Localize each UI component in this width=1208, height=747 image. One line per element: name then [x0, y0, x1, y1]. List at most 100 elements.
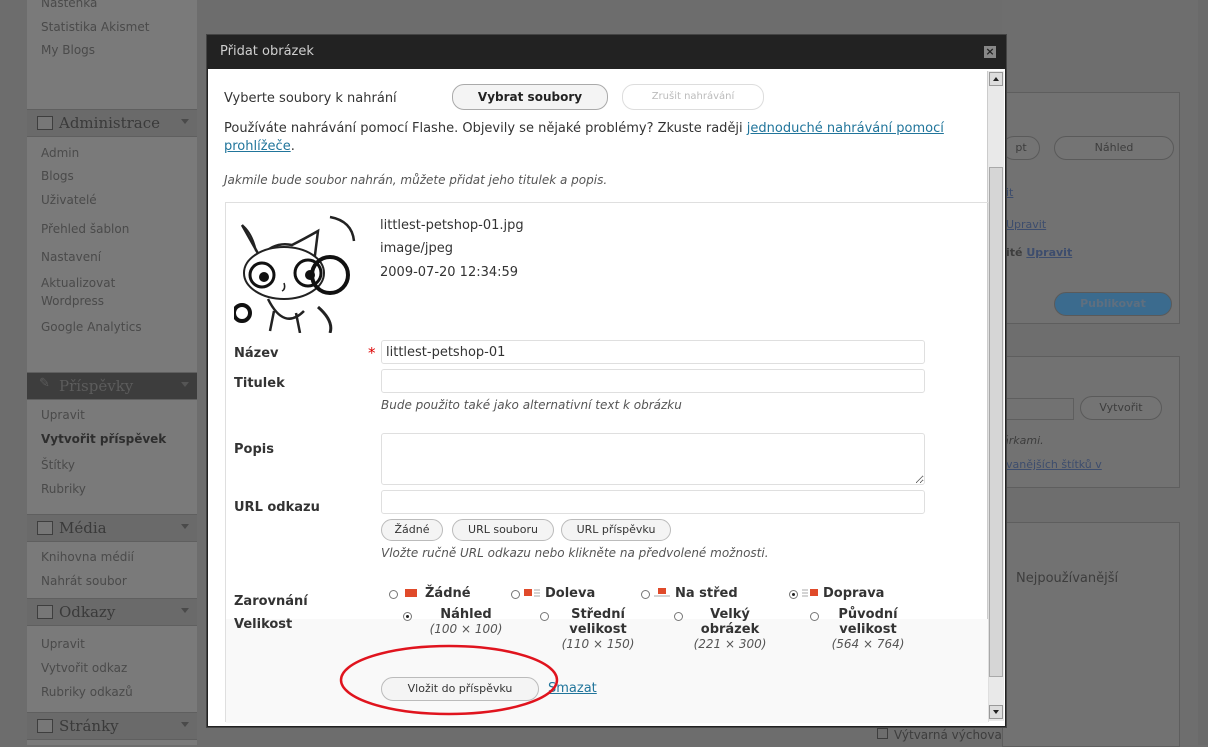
- sidebar-item-my-blogs[interactable]: My Blogs: [41, 43, 95, 57]
- align-center-label[interactable]: Na střed: [675, 586, 738, 601]
- sidebar-item-themes[interactable]: Přehled šablon: [41, 222, 129, 236]
- sidebar-section-media[interactable]: Média: [27, 514, 197, 542]
- sidebar-item-new-post[interactable]: Vytvořit příspěvek: [41, 432, 166, 446]
- sidebar-section-administrace[interactable]: Administrace: [27, 109, 197, 137]
- edit-status-link[interactable]: it: [1006, 186, 1013, 199]
- sidebar-item-upload[interactable]: Nahrát soubor: [41, 574, 127, 588]
- url-file-button[interactable]: URL souboru: [452, 519, 554, 541]
- category-checkbox-label[interactable]: Výtvarná výchova: [877, 728, 1002, 742]
- size-option-dims: (564 × 764): [831, 637, 905, 651]
- chevron-down-icon[interactable]: [181, 524, 189, 529]
- categories-box: [1002, 522, 1180, 747]
- alignment-label: Zarovnání: [234, 594, 308, 609]
- title-input[interactable]: [381, 340, 925, 364]
- most-used-tags-link[interactable]: vanějších štítků v: [1006, 458, 1102, 471]
- close-icon[interactable]: ×: [984, 46, 996, 58]
- url-none-button[interactable]: Žádné: [381, 519, 443, 541]
- size-thumbnail-option[interactable]: Náhled (100 × 100): [406, 607, 526, 636]
- select-files-label: Vyberte soubory k nahrání: [224, 91, 397, 106]
- sidebar-section-label: Odkazy: [59, 603, 116, 621]
- size-option-name-2: obrázek: [700, 622, 760, 637]
- select-files-button[interactable]: Vybrat soubory: [452, 84, 608, 110]
- chevron-down-icon[interactable]: [181, 722, 189, 727]
- align-none-label[interactable]: Žádné: [425, 586, 471, 601]
- preview-button[interactable]: Náhled: [1054, 136, 1174, 160]
- sidebar-item-blogs[interactable]: Blogs: [41, 169, 74, 183]
- chevron-down-icon[interactable]: [181, 382, 189, 387]
- sidebar-section-pages[interactable]: Stránky: [27, 712, 197, 740]
- description-textarea[interactable]: [381, 433, 925, 485]
- sidebar-item-new-link[interactable]: Vytvořit odkaz: [41, 661, 127, 675]
- checkbox-icon[interactable]: [877, 728, 888, 739]
- sidebar-item-media-library[interactable]: Knihovna médií: [41, 550, 134, 564]
- url-post-button[interactable]: URL příspěvku: [561, 519, 671, 541]
- page-scrollbar[interactable]: [1198, 0, 1208, 745]
- most-used-tab[interactable]: Nejpoužívanější: [1016, 571, 1118, 586]
- flash-notice-end: .: [290, 139, 295, 154]
- cancel-upload-button[interactable]: Zrušit nahrávání: [622, 84, 764, 110]
- caption-label: Titulek: [234, 376, 285, 391]
- edit-visibility-link[interactable]: Upravit: [1006, 218, 1046, 231]
- link-url-input[interactable]: [381, 490, 925, 514]
- align-left-radio[interactable]: [511, 590, 520, 599]
- publish-button[interactable]: Publikovat: [1054, 292, 1172, 316]
- link-url-label: URL odkazu: [234, 500, 320, 515]
- pin-icon: ✎: [39, 376, 50, 391]
- sidebar-item-admin[interactable]: Admin: [41, 146, 79, 160]
- file-type: image/jpeg: [380, 241, 453, 256]
- sidebar-section-links[interactable]: Odkazy: [27, 598, 197, 626]
- sidebar-section-posts[interactable]: ✎ Příspěvky: [27, 372, 197, 400]
- sidebar-section-label: Média: [59, 519, 107, 537]
- link-icon: [37, 605, 53, 619]
- arrow-up-icon: [993, 77, 999, 81]
- sidebar-item-dashboard[interactable]: Nástěnka: [41, 0, 97, 10]
- size-option-dims: (221 × 300): [693, 637, 767, 651]
- sidebar-item-tags[interactable]: Štítky: [41, 458, 75, 472]
- publish-box: [1002, 92, 1180, 324]
- excerpt-button[interactable]: pt: [1002, 136, 1040, 160]
- image-thumbnail: [234, 211, 356, 333]
- sidebar-item-link-categories[interactable]: Rubriky odkazů: [41, 685, 133, 699]
- size-option-name: Velký: [710, 607, 750, 622]
- align-center-radio[interactable]: [641, 590, 650, 599]
- size-full-option[interactable]: Původní velikost (564 × 764): [808, 607, 928, 651]
- sidebar-item-google-analytics[interactable]: Google Analytics: [41, 320, 142, 334]
- sidebar-item-edit-posts[interactable]: Upravit: [41, 408, 85, 422]
- sidebar-item-update[interactable]: Aktualizovat Wordpress: [41, 274, 131, 310]
- edit-schedule-link[interactable]: Upravit: [1026, 246, 1072, 259]
- file-name: littlest-petshop-01.jpg: [380, 218, 524, 233]
- chevron-down-icon[interactable]: [181, 119, 189, 124]
- required-mark: *: [368, 344, 376, 362]
- scroll-thumb[interactable]: [989, 167, 1003, 677]
- size-large-option[interactable]: Velký obrázek (221 × 300): [670, 607, 790, 651]
- create-tag-button[interactable]: Vytvořit: [1080, 396, 1162, 420]
- caption-input[interactable]: [381, 369, 925, 393]
- align-right-label[interactable]: Doprava: [823, 586, 884, 601]
- size-option-name: Náhled: [440, 607, 492, 622]
- title-label: Název: [234, 346, 279, 361]
- dialog-title: Přidat obrázek: [220, 44, 314, 59]
- description-label: Popis: [234, 442, 274, 457]
- upload-date: 2009-07-20 12:34:59: [380, 265, 519, 280]
- chevron-down-icon[interactable]: [181, 608, 189, 613]
- align-none-icon: [405, 589, 417, 597]
- admin-sidebar: Nástěnka Statistika Akismet My Blogs Adm…: [27, 0, 197, 745]
- add-image-dialog: Přidat obrázek × Vyberte soubory k nahrá…: [207, 35, 1006, 727]
- media-icon: [37, 521, 53, 535]
- dialog-scrollbar[interactable]: [987, 71, 1004, 721]
- sidebar-item-settings[interactable]: Nastavení: [41, 250, 101, 264]
- sidebar-section-label: Stránky: [59, 717, 119, 735]
- sidebar-item-users[interactable]: Uživatelé: [41, 193, 97, 207]
- visibility-label: ité Upravit: [1006, 246, 1072, 259]
- sidebar-item-akismet[interactable]: Statistika Akismet: [41, 20, 149, 34]
- sidebar-item-categories[interactable]: Rubriky: [41, 482, 86, 496]
- align-left-label[interactable]: Doleva: [545, 586, 595, 601]
- align-right-radio[interactable]: [789, 590, 798, 599]
- post-sidebar: pt Náhled it Upravit ité Upravit Publiko…: [877, 0, 1198, 747]
- scroll-up-button[interactable]: [989, 72, 1003, 86]
- sidebar-item-edit-links[interactable]: Upravit: [41, 637, 85, 651]
- align-none-radio[interactable]: [389, 590, 398, 599]
- tag-input[interactable]: [1002, 398, 1074, 420]
- align-center-icon: [654, 588, 670, 597]
- scroll-down-button[interactable]: [989, 705, 1003, 719]
